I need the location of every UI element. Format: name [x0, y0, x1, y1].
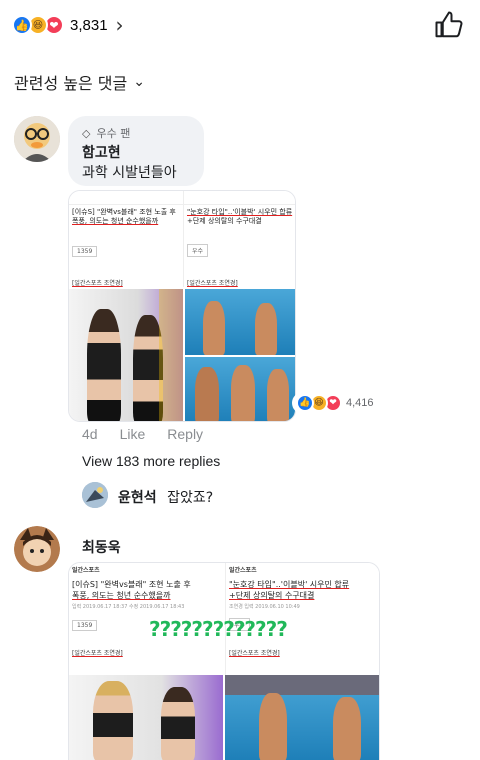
comment-actions: 4d Like Reply [82, 426, 203, 442]
news-photo [225, 675, 379, 760]
news-subtitle: 폭풍, 의도는 청년 순수했을까 [72, 591, 171, 600]
avatar-image [14, 116, 60, 162]
sort-label: 관련성 높은 댓글 [14, 74, 128, 93]
reply-button[interactable]: Reply [167, 426, 203, 442]
diamond-icon: ◇ [82, 126, 91, 140]
badge-label: 우수 팬 [96, 127, 131, 140]
like-button[interactable]: Like [120, 426, 146, 442]
news-views: 1359 [72, 246, 98, 257]
reply-preview[interactable]: 윤현석 잡았죠? [118, 487, 213, 507]
news-subtitle: +단제 상의탈의 수구대결 [229, 591, 315, 600]
news-photo [185, 289, 295, 355]
comment-image[interactable]: [이슈S] "완벽vs블래" 조현 노출 후 폭풍, 의도는 청년 순수했을까 … [68, 190, 296, 422]
news-date: 조연경 입력 2019.06.10 10:49 [229, 604, 300, 610]
chevron-down-icon: ⌄ [133, 74, 145, 90]
reply-author: 윤현석 [118, 490, 157, 506]
news-card-right: "눈호강 타입"..'이블박' 시우민 합류 +단제 상의탈의 수구대결 우수 … [183, 191, 295, 287]
news-subtitle: +단제 상의탈의 수구대결 [187, 217, 262, 225]
news-subtitle: 폭풍, 의도는 청년 순수했을까 [72, 217, 159, 225]
news-author: [일간스포츠 조연경] [72, 650, 123, 657]
comment-time[interactable]: 4d [82, 426, 98, 442]
news-title: [이슈S] "완벽vs블래" 조현 노출 후 [72, 580, 191, 589]
reaction-count: 3,831 [70, 16, 108, 34]
reply-text: 잡았죠? [167, 490, 214, 506]
thumbs-up-icon[interactable] [434, 10, 464, 40]
chevron-right-icon[interactable]: › [116, 13, 124, 37]
news-card-left: [이슈S] "완벽vs블래" 조현 노출 후 폭풍, 의도는 청년 순수했을까 … [69, 191, 183, 287]
avatar[interactable] [14, 116, 60, 162]
news-author: [일간스포츠 조연경] [229, 650, 280, 657]
avatar-image [14, 526, 60, 572]
avatar-image [82, 482, 108, 508]
reactions-header: 👍 😆 ❤ 3,831 › [0, 0, 480, 50]
comment-image[interactable]: 일간스포츠 [이슈S] "완벽vs블래" 조현 노출 후 폭풍, 의도는 청년 … [68, 562, 380, 760]
news-title: [이슈S] "완벽vs블래" 조현 노출 후 [72, 208, 176, 216]
like-icon: 👍 [296, 394, 314, 412]
news-title: "눈호강 타입"..'이블박' 시우민 합류 [187, 208, 293, 216]
news-views: 1359 [72, 620, 98, 631]
comment-sort-dropdown[interactable]: 관련성 높은 댓글 ⌄ [14, 70, 145, 94]
news-photo [185, 357, 295, 421]
news-photo [69, 289, 183, 421]
news-source: 일간스포츠 [72, 567, 100, 574]
comment-author[interactable]: 함고현 [82, 142, 121, 162]
news-author: [일간스포츠 조연경] [72, 280, 123, 287]
comment-reaction-count: 4,416 [346, 397, 374, 409]
view-more-replies-link[interactable]: View 183 more replies [82, 453, 220, 469]
news-source: 일간스포츠 [229, 567, 257, 574]
news-views: 우수 [187, 244, 209, 257]
avatar[interactable] [82, 482, 108, 508]
news-title: "눈호강 타입"..'이블박' 시우민 합류 [229, 580, 350, 589]
reactions-summary[interactable]: 👍 😆 ❤ 3,831 › [12, 13, 124, 37]
like-icon: 👍 [12, 15, 32, 35]
comment-bubble: ◇ 우수 팬 함고현 과학 시발년들아 [68, 116, 204, 186]
news-date: 입력 2019.06.17 18:37 수정 2019.06.17 18:43 [72, 604, 185, 610]
news-photo [69, 675, 223, 760]
comment-author[interactable]: 최동욱 [82, 537, 121, 557]
question-marks-overlay: ????????????? [149, 617, 288, 641]
top-fan-badge: ◇ 우수 팬 [82, 125, 130, 141]
avatar[interactable] [14, 526, 60, 572]
comment-reactions[interactable]: 👍 😆 ❤ 4,416 [292, 392, 378, 414]
news-author: [일간스포츠 조연경] [187, 280, 238, 287]
comment-text: 과학 시발년들아 [82, 165, 177, 181]
